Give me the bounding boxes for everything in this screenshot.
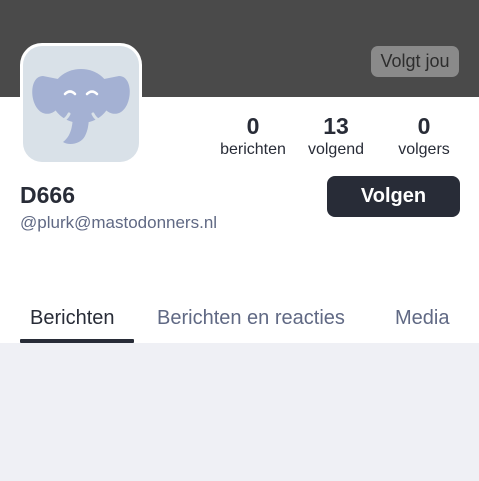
tab-media[interactable]: Media <box>395 305 449 331</box>
stat-followers-label: volgers <box>398 141 450 158</box>
tab-posts-and-replies[interactable]: Berichten en reacties <box>157 305 345 331</box>
display-name: D666 <box>20 182 75 208</box>
follow-button[interactable]: Volgen <box>327 176 460 217</box>
follows-you-badge: Volgt jou <box>371 46 459 77</box>
stat-followers[interactable]: 0 volgers <box>388 112 460 160</box>
stat-following-label: volgend <box>307 141 365 158</box>
stat-posts-value: 0 <box>246 113 260 139</box>
stat-followers-value: 0 <box>417 113 431 139</box>
stat-posts-label: berichten <box>220 141 286 158</box>
timeline-content-area <box>0 343 479 481</box>
stat-posts[interactable]: 0 berichten <box>214 112 292 160</box>
account-handle: @plurk@mastodonners.nl <box>20 213 218 232</box>
mastodon-elephant-icon <box>23 46 139 162</box>
stat-following-value: 13 <box>323 113 349 139</box>
stat-following[interactable]: 13 volgend <box>300 112 372 160</box>
avatar[interactable] <box>20 43 142 165</box>
tab-posts[interactable]: Berichten <box>30 305 115 331</box>
